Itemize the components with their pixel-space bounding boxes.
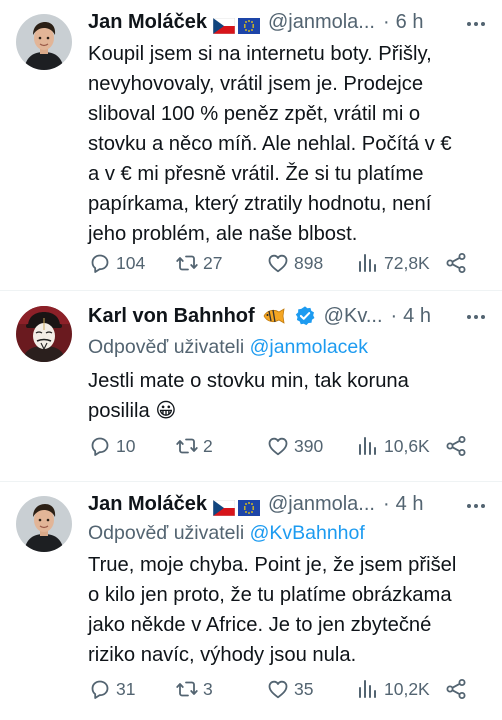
views-button[interactable]: 72,8K bbox=[356, 249, 430, 277]
tweet-text-line: nevyhovovaly, vrátil jsem je. Prodejce bbox=[88, 73, 424, 95]
author-handle[interactable]: @janmola... bbox=[268, 8, 375, 36]
tweet-header: Jan Moláček @janmola... · 6 h bbox=[88, 8, 488, 36]
views-chart-icon bbox=[359, 437, 376, 455]
verified-badge-icon bbox=[294, 305, 316, 327]
tweet[interactable]: Jan Moláček @janmola... · 4 h Odpověď už… bbox=[0, 482, 502, 720]
heart-icon bbox=[268, 254, 288, 273]
retweet-button[interactable]: 27 bbox=[175, 249, 222, 277]
replying-to-mention[interactable]: @KvBahnhof bbox=[250, 522, 365, 544]
separator-dot: · bbox=[382, 11, 390, 33]
czech-flag-icon bbox=[212, 14, 236, 35]
reply-count: 104 bbox=[116, 252, 146, 273]
author-handle[interactable]: @Kv... bbox=[324, 302, 383, 330]
tweet-text-line: stovku a něco míň. Ale nehlal. Počítá v … bbox=[88, 133, 452, 155]
tweet-text: Koupil jsem si na internetu boty. Přišly… bbox=[88, 39, 488, 249]
retweet-icon bbox=[176, 438, 198, 454]
retweet-count: 3 bbox=[203, 678, 213, 699]
timestamp[interactable]: 6 h bbox=[396, 8, 424, 36]
views-chart-icon bbox=[359, 254, 376, 272]
share-icon bbox=[446, 679, 466, 699]
author-name[interactable]: Karl von Bahnhof bbox=[88, 302, 255, 330]
tweet-text-line: sliboval 100 % peněz zpět, vrátil mi o bbox=[88, 103, 421, 125]
author-handle[interactable]: @janmola... bbox=[268, 490, 375, 518]
retweet-count: 2 bbox=[203, 435, 213, 456]
separator-dot: · bbox=[390, 305, 398, 327]
czech-flag-icon bbox=[212, 496, 236, 517]
views-count: 10,6K bbox=[384, 435, 430, 456]
tweet-text: Jestli mate o stovku min, tak koruna pos… bbox=[88, 366, 488, 426]
reply-count: 10 bbox=[116, 435, 136, 456]
retweet-count: 27 bbox=[203, 252, 223, 273]
tweet-text-line: o kilo jen proto, že tu platíme obrázkam… bbox=[88, 584, 452, 606]
tweet-text-line: True, moje chyba. Point je, že jsem přiš… bbox=[88, 554, 457, 576]
more-dots-icon[interactable] bbox=[464, 496, 488, 516]
like-count: 898 bbox=[294, 252, 324, 273]
more-dots-icon[interactable] bbox=[464, 307, 488, 327]
retweet-icon bbox=[176, 255, 198, 271]
heart-icon bbox=[268, 437, 288, 456]
tweet[interactable]: Karl von Bahnhof @Kv... · 4 h Odpověď už… bbox=[0, 291, 502, 481]
fish-emoji-icon bbox=[262, 306, 288, 326]
retweet-button[interactable]: 3 bbox=[175, 675, 213, 703]
tweet-header: Jan Moláček @janmola... · 4 h bbox=[88, 490, 488, 518]
like-button[interactable]: 35 bbox=[266, 675, 313, 703]
tweet-text: True, moje chyba. Point je, že jsem přiš… bbox=[88, 550, 488, 670]
tweet-text-line: riziko navíc, výhody jsou nula. bbox=[88, 644, 357, 666]
tweet-text-line: jako někde v Africe. Je to jen zbytečné bbox=[88, 614, 432, 636]
share-icon bbox=[446, 253, 466, 273]
more-dots-icon[interactable] bbox=[464, 14, 488, 34]
tweet-text-line: posilila 😀 bbox=[88, 400, 177, 422]
reply-button[interactable]: 10 bbox=[88, 432, 135, 460]
eu-flag-icon bbox=[237, 496, 260, 516]
tweet[interactable]: Jan Moláček @janmola... · 6 h Koupil jse… bbox=[0, 0, 502, 290]
views-chart-icon bbox=[359, 680, 376, 698]
separator-dot: · bbox=[382, 493, 390, 515]
views-count: 72,8K bbox=[384, 252, 430, 273]
replying-to-label: Odpověď uživateli bbox=[88, 522, 245, 544]
tweet-text-line: jeho problém, ale naše blbost. bbox=[88, 223, 358, 245]
tweet-actions: 10 2 390 10,6K bbox=[88, 432, 474, 460]
avatar[interactable] bbox=[16, 14, 72, 70]
tweet-header: Karl von Bahnhof @Kv... · 4 h bbox=[88, 302, 488, 330]
avatar[interactable] bbox=[16, 306, 72, 362]
tweet-actions: 31 3 35 10,2K bbox=[88, 675, 474, 703]
like-count: 35 bbox=[294, 678, 314, 699]
replying-to-mention[interactable]: @janmolacek bbox=[250, 336, 368, 358]
tweet-text-line: Jestli mate o stovku min, tak koruna bbox=[88, 370, 409, 392]
replying-to-label: Odpověď uživateli bbox=[88, 336, 245, 358]
eu-flag-icon bbox=[237, 14, 260, 34]
reply-icon bbox=[91, 254, 109, 273]
like-button[interactable]: 390 bbox=[266, 432, 323, 460]
tweet-text-line: Koupil jsem si na internetu boty. Přišly… bbox=[88, 43, 432, 65]
timestamp[interactable]: 4 h bbox=[396, 490, 424, 518]
tweet-text-line: papírkama, který ztratily hodnotu, není bbox=[88, 193, 432, 215]
tweet-actions: 104 27 898 72,8K bbox=[88, 249, 474, 277]
replying-to: Odpověď uživateli @janmolacek bbox=[88, 333, 368, 361]
share-button[interactable] bbox=[444, 432, 468, 460]
like-button[interactable]: 898 bbox=[266, 249, 323, 277]
share-button[interactable] bbox=[444, 675, 468, 703]
reply-button[interactable]: 104 bbox=[88, 249, 145, 277]
heart-icon bbox=[268, 680, 288, 699]
views-count: 10,2K bbox=[384, 678, 430, 699]
replying-to: Odpověď uživateli @KvBahnhof bbox=[88, 519, 365, 547]
author-name[interactable]: Jan Moláček bbox=[88, 490, 207, 518]
author-name[interactable]: Jan Moláček bbox=[88, 8, 207, 36]
views-button[interactable]: 10,6K bbox=[356, 432, 430, 460]
avatar[interactable] bbox=[16, 496, 72, 552]
retweet-icon bbox=[176, 681, 198, 697]
tweet-text-line: a v € mi přesně vrátil. Že si tu platíme bbox=[88, 163, 424, 185]
reply-icon bbox=[91, 680, 109, 699]
reply-count: 31 bbox=[116, 678, 136, 699]
reply-button[interactable]: 31 bbox=[88, 675, 135, 703]
share-button[interactable] bbox=[444, 249, 468, 277]
views-button[interactable]: 10,2K bbox=[356, 675, 430, 703]
reply-icon bbox=[91, 437, 109, 456]
retweet-button[interactable]: 2 bbox=[175, 432, 213, 460]
timestamp[interactable]: 4 h bbox=[403, 302, 431, 330]
share-icon bbox=[446, 436, 466, 456]
like-count: 390 bbox=[294, 435, 324, 456]
